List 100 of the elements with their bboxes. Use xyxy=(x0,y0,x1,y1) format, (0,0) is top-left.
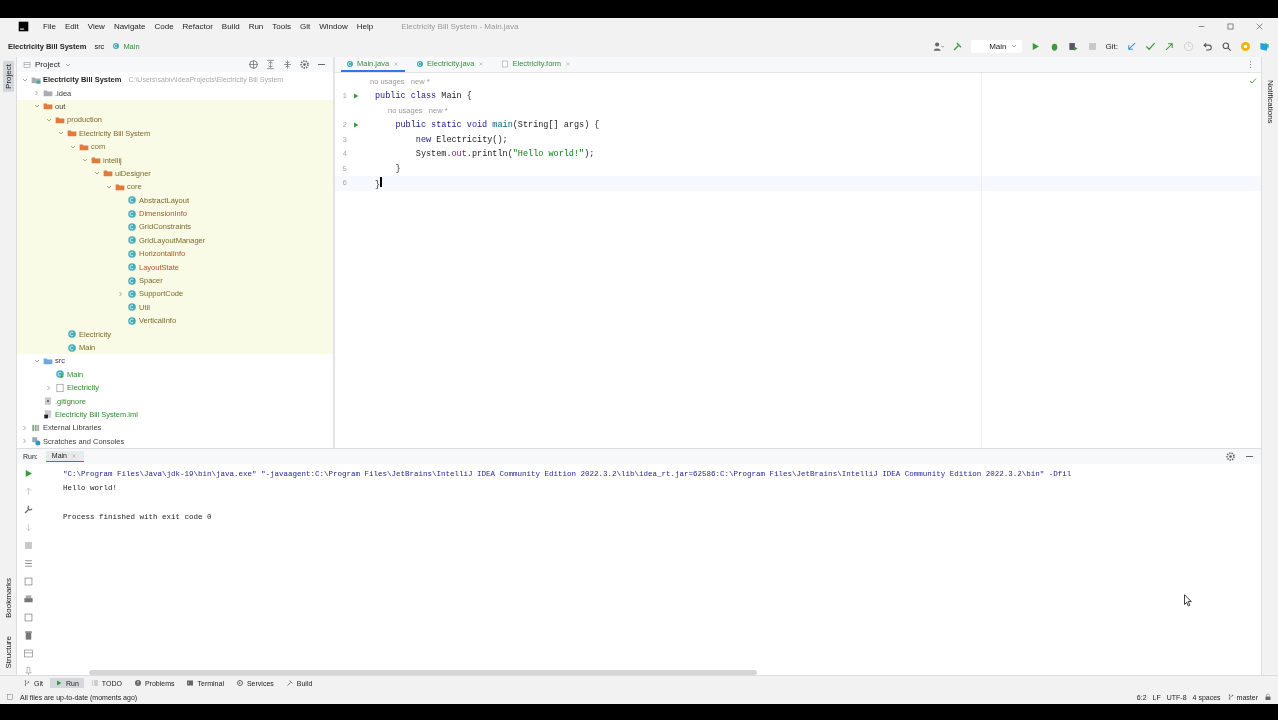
chevron-icon[interactable] xyxy=(21,437,29,446)
folder-icon xyxy=(67,128,77,139)
problems-icon xyxy=(133,679,142,687)
app-logo-icon xyxy=(18,21,29,32)
code-line: public class Main { xyxy=(375,90,472,101)
menu-item[interactable]: Git xyxy=(300,22,311,31)
panel-icon xyxy=(23,60,31,69)
branch-icon xyxy=(1226,693,1235,701)
code-line: } xyxy=(375,176,382,190)
close-icon[interactable] xyxy=(564,59,573,68)
arrow-icon[interactable] xyxy=(1126,40,1137,52)
chevron-icon[interactable] xyxy=(45,383,53,392)
code-line: } xyxy=(394,163,401,174)
wrap-icon[interactable] xyxy=(22,557,34,569)
trash-icon[interactable] xyxy=(22,629,34,641)
down-arrow-icon[interactable] xyxy=(22,521,34,533)
class-icon xyxy=(127,262,137,273)
folder-icon xyxy=(43,101,53,112)
side-tab[interactable]: Structure xyxy=(2,632,14,671)
menu-item[interactable]: Help xyxy=(356,22,374,31)
menu-item[interactable]: Edit xyxy=(64,22,79,31)
code-line: new Electricity(); xyxy=(414,134,508,145)
file-icon xyxy=(55,382,65,393)
scrollbar[interactable] xyxy=(89,669,757,675)
class-icon xyxy=(67,329,77,340)
class-icon xyxy=(127,315,137,326)
square-icon[interactable] xyxy=(22,611,34,623)
class-icon xyxy=(127,275,137,286)
side-tab[interactable]: Project xyxy=(2,61,14,92)
run-icon xyxy=(54,679,63,687)
wrench-icon[interactable] xyxy=(22,503,34,515)
arrow-icon[interactable] xyxy=(1164,40,1175,52)
folder-icon xyxy=(103,168,113,179)
target-icon[interactable] xyxy=(248,59,259,70)
status-icon[interactable] xyxy=(6,693,14,701)
menu-item[interactable]: Build xyxy=(221,22,240,31)
window-title: Electricity Bill System - Main.java xyxy=(401,22,520,31)
hammer-icon[interactable] xyxy=(952,40,964,52)
file-icon xyxy=(43,396,53,407)
lock-icon[interactable] xyxy=(1264,693,1272,701)
run-icon[interactable] xyxy=(352,91,360,100)
undo-icon[interactable] xyxy=(1202,40,1213,52)
coverage-icon[interactable] xyxy=(1067,40,1079,52)
menu-item[interactable]: Code xyxy=(154,22,174,31)
menu-item[interactable]: View xyxy=(87,22,105,31)
folder-icon xyxy=(43,88,53,99)
maximize-icon[interactable] xyxy=(1226,22,1235,31)
check-icon[interactable] xyxy=(1145,40,1156,52)
vcs-label: Git: xyxy=(1105,41,1118,51)
update-icon[interactable] xyxy=(1240,40,1251,52)
class-icon xyxy=(55,369,65,380)
stop-icon[interactable] xyxy=(22,539,34,551)
git-icon xyxy=(23,679,31,687)
chevron-icon[interactable] xyxy=(33,89,41,98)
pin-icon[interactable] xyxy=(22,665,34,677)
run-icon[interactable] xyxy=(352,121,360,130)
class-icon xyxy=(127,288,137,299)
side-tab[interactable]: Bookmarks xyxy=(2,574,14,621)
close-icon[interactable] xyxy=(1255,22,1264,31)
file-icon xyxy=(43,409,53,420)
settings-icon[interactable] xyxy=(299,59,310,70)
app-logo-icon[interactable] xyxy=(1259,40,1270,52)
chevron-icon[interactable] xyxy=(21,423,29,432)
expand-icon[interactable] xyxy=(282,59,293,70)
close-icon[interactable] xyxy=(392,59,401,68)
side-tab[interactable]: Notifications xyxy=(1264,77,1276,127)
terminal-icon xyxy=(186,679,195,687)
library-icon xyxy=(31,422,41,433)
build-icon xyxy=(285,679,294,687)
search-icon[interactable] xyxy=(1221,40,1232,52)
menu-item[interactable]: Run xyxy=(248,22,264,31)
chevron-icon[interactable] xyxy=(117,289,125,298)
collapse-icon[interactable] xyxy=(265,59,276,70)
settings-icon[interactable] xyxy=(1225,450,1236,462)
run-configuration-dropdown[interactable]: Main xyxy=(971,39,1022,53)
panel-title-dropdown[interactable]: Project xyxy=(23,60,72,69)
class-icon xyxy=(112,42,121,50)
text-caret xyxy=(380,176,382,187)
class-icon xyxy=(127,235,137,246)
layout-icon[interactable] xyxy=(22,647,34,659)
menu-item[interactable]: Refactor xyxy=(182,22,213,31)
stop-icon[interactable] xyxy=(1086,40,1098,52)
class-icon xyxy=(67,342,77,353)
pointer-icon xyxy=(1183,593,1195,607)
caret-icon xyxy=(1009,42,1018,50)
close-icon[interactable] xyxy=(477,59,486,68)
menu-item[interactable]: File xyxy=(43,22,56,31)
menu-item[interactable]: Navigate xyxy=(113,22,146,31)
class-icon xyxy=(127,302,137,313)
clock-icon[interactable] xyxy=(1183,40,1194,52)
close-icon[interactable] xyxy=(70,451,78,460)
up-arrow-icon[interactable] xyxy=(22,485,34,497)
menu-item[interactable]: Window xyxy=(319,22,348,31)
folder-icon xyxy=(91,155,101,166)
check-icon xyxy=(1249,77,1257,85)
scratches-icon xyxy=(31,436,41,447)
user-icon[interactable] xyxy=(933,40,945,52)
class-icon xyxy=(127,195,137,206)
menu-item[interactable]: Tools xyxy=(272,22,291,31)
print-icon[interactable] xyxy=(22,593,34,605)
